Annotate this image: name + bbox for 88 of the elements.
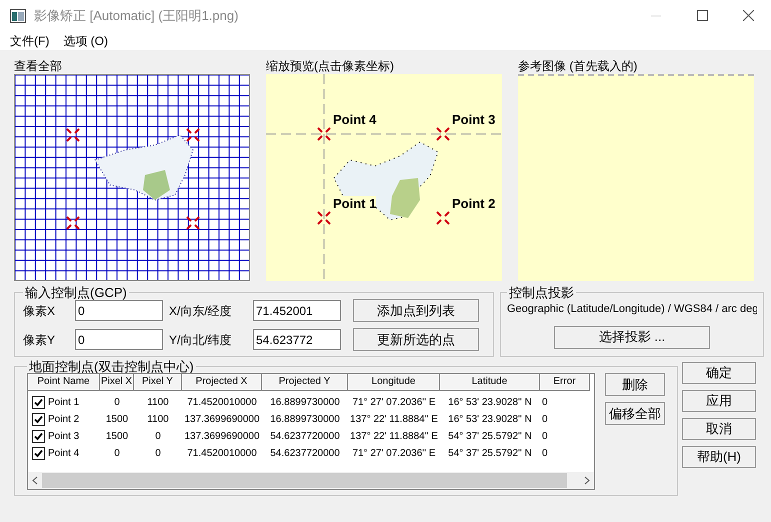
table-cell-text: 16.8899730000 bbox=[270, 396, 340, 410]
panel-title: 查看全部 bbox=[14, 59, 63, 74]
scrollbar-thumb[interactable] bbox=[42, 473, 567, 488]
table-cell-text: 0 bbox=[114, 396, 120, 410]
column-header[interactable]: Longitude bbox=[348, 374, 440, 391]
table-cell-text: 0 bbox=[542, 447, 548, 461]
column-header[interactable]: Projected X bbox=[182, 374, 262, 391]
select-projection-button[interactable]: 选择投影 ... bbox=[554, 326, 710, 348]
table-cell-text: 71° 27' 07.2036'' E bbox=[352, 396, 436, 410]
table-action-button[interactable]: 偏移全部 bbox=[605, 402, 665, 425]
point-label: Point 2 bbox=[452, 196, 496, 211]
table-cell-text: Point 2 bbox=[48, 413, 80, 427]
menu-item[interactable]: 选项 (O) bbox=[63, 32, 108, 50]
column-header[interactable]: Pixel Y bbox=[134, 374, 182, 391]
table-cell-text: 71° 27' 07.2036'' E bbox=[352, 447, 436, 461]
table-cell-text: 1500 bbox=[106, 413, 128, 427]
table-cell-text: 71.4520010000 bbox=[187, 447, 257, 461]
table-cell-text: 16° 53' 23.9028'' N bbox=[448, 396, 532, 410]
table-cell-text: Point 4 bbox=[48, 447, 80, 461]
marker-icon bbox=[66, 128, 80, 142]
checkbox[interactable] bbox=[32, 430, 45, 443]
group-title: 输入控制点(GCP) bbox=[24, 286, 128, 299]
table-cell-text: 137° 22' 11.8884'' E bbox=[350, 430, 438, 444]
dialog-button[interactable]: 帮助(H) bbox=[682, 446, 756, 468]
column-header[interactable]: Latitude bbox=[440, 374, 540, 391]
point-label: Point 4 bbox=[333, 112, 376, 127]
action-button[interactable]: 添加点到列表 bbox=[353, 299, 479, 322]
maximize-icon[interactable] bbox=[696, 10, 708, 21]
scroll-right-icon[interactable] bbox=[584, 476, 590, 485]
panel-title: 缩放预览(点击像素坐标) bbox=[266, 59, 395, 74]
table-cell-text: 71.4520010000 bbox=[187, 396, 257, 410]
dialog-button[interactable]: 确定 bbox=[682, 362, 756, 384]
table-cell-text: 1100 bbox=[147, 396, 169, 410]
input-field[interactable]: 71.452001 bbox=[253, 300, 341, 321]
menu-item[interactable]: 文件(F) bbox=[10, 32, 50, 50]
table-cell-text: Point 3 bbox=[48, 430, 80, 444]
dialog-button[interactable]: 应用 bbox=[682, 390, 756, 412]
marker-icon bbox=[317, 127, 331, 141]
table-cell-text: 0 bbox=[114, 447, 120, 461]
input-field[interactable]: 54.623772 bbox=[253, 329, 341, 350]
table-cell-text: 0 bbox=[542, 430, 548, 444]
point-label: Point 1 bbox=[333, 196, 376, 211]
table-action-button[interactable]: 删除 bbox=[605, 373, 665, 396]
point-label: Point 3 bbox=[452, 112, 496, 127]
checkbox[interactable] bbox=[32, 413, 45, 426]
table-cell-text: 54.6237720000 bbox=[270, 430, 340, 444]
column-header[interactable]: Projected Y bbox=[262, 374, 348, 391]
marker-icon bbox=[66, 216, 80, 230]
panel-title: 参考图像 (首先载入的) bbox=[518, 59, 638, 74]
table-cell-text: 16.8899730000 bbox=[270, 413, 340, 427]
field-label: 像素X bbox=[23, 302, 56, 320]
field-label: X/向东/经度 bbox=[169, 302, 233, 320]
marker-icon bbox=[436, 211, 450, 225]
app-icon bbox=[10, 8, 26, 22]
marker-icon bbox=[436, 127, 450, 141]
table-cell-text: 1100 bbox=[147, 413, 169, 427]
table-cell-text: 54° 37' 25.5792'' N bbox=[448, 447, 532, 461]
scroll-left-icon[interactable] bbox=[32, 476, 38, 485]
column-header[interactable]: Pixel X bbox=[100, 374, 134, 391]
table-cell-text: 0 bbox=[542, 413, 548, 427]
table-cell-text: 137.3699690000 bbox=[184, 430, 260, 444]
table-cell-text: 16° 53' 23.9028'' N bbox=[448, 413, 532, 427]
table-cell-text: 54.6237720000 bbox=[270, 447, 340, 461]
checkbox[interactable] bbox=[32, 447, 45, 460]
field-label: 像素Y bbox=[23, 332, 56, 348]
table-cell-text: 0 bbox=[155, 430, 161, 444]
field-label: Y/向北/纬度 bbox=[169, 332, 233, 348]
table-cell-text: 0 bbox=[542, 396, 548, 410]
table-cell-text: 0 bbox=[155, 447, 161, 461]
group-title: 控制点投影 bbox=[508, 286, 575, 299]
table-cell-text: 1500 bbox=[106, 430, 128, 444]
marker-icon bbox=[186, 216, 200, 230]
table-cell-text: 54° 37' 25.5792'' N bbox=[448, 430, 532, 444]
column-header[interactable]: Point Name bbox=[28, 374, 100, 391]
table-cell-text: Point 1 bbox=[48, 396, 80, 410]
table-cell-text: 137° 22' 11.8884'' E bbox=[350, 413, 438, 427]
marker-icon bbox=[186, 128, 200, 142]
close-icon[interactable] bbox=[742, 10, 754, 21]
group-title: 地面控制点(双击控制点中心) bbox=[28, 360, 195, 373]
checkbox[interactable] bbox=[32, 396, 45, 409]
input-field[interactable]: 0 bbox=[75, 300, 163, 321]
table-cell-text: 137.3699690000 bbox=[184, 413, 260, 427]
input-field[interactable]: 0 bbox=[75, 329, 163, 350]
dialog-button[interactable]: 取消 bbox=[682, 418, 756, 440]
window-title: 影像矫正 [Automatic] (王阳明1.png) bbox=[34, 6, 238, 25]
marker-icon bbox=[317, 211, 331, 225]
column-header[interactable]: Error bbox=[540, 374, 590, 391]
action-button[interactable]: 更新所选的点 bbox=[353, 328, 479, 351]
